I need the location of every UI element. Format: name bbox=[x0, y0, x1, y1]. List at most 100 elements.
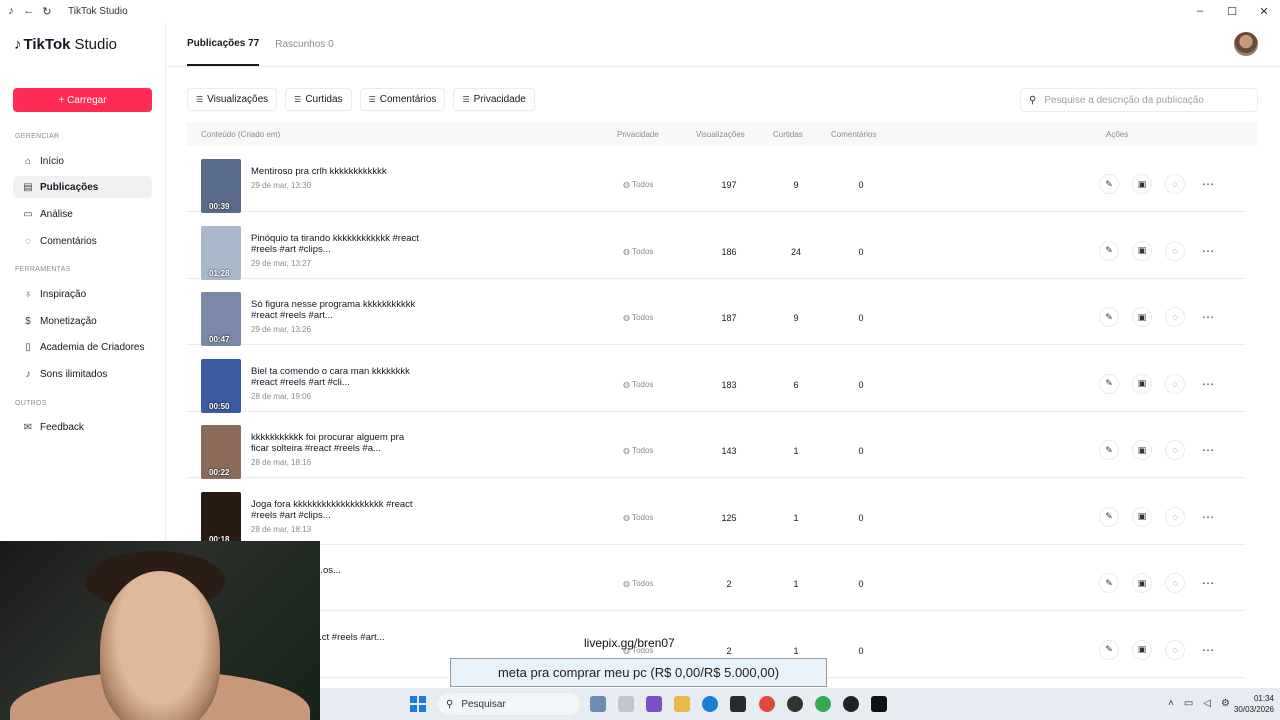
minimize-button[interactable]: – bbox=[1184, 0, 1216, 22]
steam-icon[interactable] bbox=[787, 696, 803, 712]
task-view-icon[interactable] bbox=[618, 696, 634, 712]
post-caption[interactable]: Só figura nesse programa kkkkkkkkkkk #re… bbox=[251, 299, 421, 335]
image-icon[interactable]: ▣ bbox=[1132, 373, 1152, 394]
taskbar-search[interactable]: ⚲ Pesquisar bbox=[438, 693, 580, 715]
video-thumbnail[interactable]: 00:50 bbox=[201, 358, 241, 413]
tiktok-taskbar-icon[interactable] bbox=[871, 696, 887, 712]
maximize-button[interactable]: ☐ bbox=[1216, 0, 1248, 22]
header-views[interactable]: Visualizações bbox=[696, 130, 745, 139]
more-options-icon[interactable]: ⋯ bbox=[1198, 241, 1218, 261]
post-caption[interactable]: Mentiroso pra crlh kkkkkkkkkkkk 29 de ma… bbox=[251, 166, 421, 191]
image-icon[interactable]: ▣ bbox=[1132, 440, 1152, 460]
more-options-icon[interactable]: ⋯ bbox=[1198, 374, 1218, 394]
more-options-icon[interactable]: ⋯ bbox=[1198, 174, 1218, 194]
obs-icon[interactable] bbox=[843, 696, 859, 712]
tab-drafts[interactable]: Rascunhos 0 bbox=[275, 22, 333, 66]
table-row[interactable]: 00:22 kkkkkkkkkkk foi procurar alguem pr… bbox=[187, 412, 1245, 479]
tab-posts[interactable]: Publicações 77 bbox=[187, 22, 260, 66]
video-thumbnail[interactable]: 01:28 bbox=[201, 225, 241, 280]
sidebar-item-comments[interactable]: ◌ Comentários bbox=[13, 230, 152, 252]
sidebar-item-feedback[interactable]: ✉ Feedback bbox=[13, 416, 152, 438]
comments-count: 0 bbox=[858, 512, 864, 523]
avatar[interactable] bbox=[1234, 32, 1258, 56]
edit-icon[interactable]: ✎ bbox=[1099, 639, 1119, 660]
image-icon[interactable]: ▣ bbox=[1132, 506, 1152, 527]
filter-views[interactable]: ☰ Visualizações bbox=[187, 88, 278, 111]
post-caption[interactable]: Pinóquio ta tirando kkkkkkkkkkkk #react … bbox=[251, 233, 421, 269]
table-row[interactable]: 00:39 Mentiroso pra crlh kkkkkkkkkkkk 29… bbox=[187, 146, 1245, 213]
comment-icon[interactable]: ◌ bbox=[1165, 639, 1185, 660]
header-likes[interactable]: Curtidas bbox=[773, 130, 803, 139]
post-caption[interactable]: kkkkkkkkkkk foi procurar alguem pra fica… bbox=[251, 432, 421, 468]
chevron-up-icon[interactable]: ˄ bbox=[1168, 698, 1174, 709]
sidebar-item-academy[interactable]: ▯ Academia de Criadores bbox=[13, 336, 152, 358]
chrome-profile-icon[interactable] bbox=[815, 696, 831, 712]
comment-icon[interactable]: ◌ bbox=[1165, 240, 1185, 261]
settings-icon[interactable]: ⚙ bbox=[1221, 698, 1230, 709]
edit-icon[interactable]: ✎ bbox=[1099, 440, 1119, 460]
volume-icon[interactable]: ◁ bbox=[1203, 698, 1211, 709]
edit-icon[interactable]: ✎ bbox=[1099, 373, 1119, 394]
more-options-icon[interactable]: ⋯ bbox=[1198, 640, 1218, 660]
image-icon[interactable]: ▣ bbox=[1132, 307, 1152, 327]
network-icon[interactable]: ▭ bbox=[1184, 698, 1193, 709]
image-icon[interactable]: ▣ bbox=[1132, 573, 1152, 593]
image-icon[interactable]: ▣ bbox=[1132, 639, 1152, 660]
comment-icon[interactable]: ◌ bbox=[1165, 506, 1185, 527]
video-thumbnail[interactable]: 00:22 bbox=[201, 425, 241, 479]
more-options-icon[interactable]: ⋯ bbox=[1198, 307, 1218, 327]
video-thumbnail[interactable]: 00:39 bbox=[201, 159, 241, 213]
comment-icon[interactable]: ◌ bbox=[1165, 573, 1185, 593]
image-icon[interactable]: ▣ bbox=[1132, 174, 1152, 194]
more-options-icon[interactable]: ⋯ bbox=[1198, 573, 1218, 593]
tiktok-studio-logo[interactable]: ♪ TikTok Studio bbox=[14, 36, 117, 53]
table-row[interactable]: 00:18 Joga fora kkkkkkkkkkkkkkkkkkk #rea… bbox=[187, 479, 1245, 546]
edge-icon[interactable] bbox=[702, 696, 718, 712]
table-row[interactable]: 00:50 Biel ta comendo o cara man kkkkkkk… bbox=[187, 346, 1245, 413]
comment-icon[interactable]: ◌ bbox=[1165, 174, 1185, 194]
sidebar-item-sounds[interactable]: ♪ Sons ilimitados bbox=[13, 363, 152, 385]
edit-icon[interactable]: ✎ bbox=[1099, 307, 1119, 327]
video-thumbnail[interactable]: 00:18 bbox=[201, 491, 241, 546]
edit-icon[interactable]: ✎ bbox=[1099, 240, 1119, 261]
filter-privacy[interactable]: ☰ Privacidade bbox=[453, 88, 535, 111]
sidebar-item-analytics[interactable]: ▭ Análise bbox=[13, 203, 152, 225]
back-icon[interactable]: ← bbox=[22, 4, 36, 18]
header-content[interactable]: Conteúdo (Criado em) bbox=[201, 130, 280, 139]
edit-icon[interactable]: ✎ bbox=[1099, 506, 1119, 527]
post-caption[interactable]: Biel ta comendo o cara man kkkkkkkk #rea… bbox=[251, 366, 421, 402]
widgets-icon[interactable] bbox=[590, 696, 606, 712]
taskbar-clock[interactable]: 01:34 30/03/2026 bbox=[1234, 693, 1274, 715]
sidebar-item-posts[interactable]: ▤ Publicações bbox=[13, 176, 152, 198]
comment-icon[interactable]: ◌ bbox=[1165, 440, 1185, 460]
store-icon[interactable] bbox=[730, 696, 746, 712]
filter-likes[interactable]: ☰ Curtidas bbox=[285, 88, 352, 111]
filter-comments[interactable]: ☰ Comentários bbox=[359, 88, 446, 111]
more-options-icon[interactable]: ⋯ bbox=[1198, 507, 1218, 527]
post-caption[interactable]: Joga fora kkkkkkkkkkkkkkkkkkk #react #re… bbox=[251, 499, 421, 535]
comment-icon[interactable]: ◌ bbox=[1165, 307, 1185, 327]
upload-button[interactable]: + Carregar bbox=[13, 88, 152, 112]
header-comments[interactable]: Comentários bbox=[831, 130, 876, 139]
edit-icon[interactable]: ✎ bbox=[1099, 174, 1119, 194]
sidebar-item-home[interactable]: ⌂ Início bbox=[13, 150, 152, 172]
reload-icon[interactable]: ↻ bbox=[40, 4, 54, 18]
image-icon[interactable]: ▣ bbox=[1132, 240, 1152, 261]
search-input[interactable]: ⚲ Pesquise a descrição da publicação bbox=[1020, 88, 1258, 112]
file-explorer-icon[interactable] bbox=[674, 696, 690, 712]
edit-icon[interactable]: ✎ bbox=[1099, 573, 1119, 593]
close-button[interactable]: ✕ bbox=[1248, 0, 1280, 22]
video-thumbnail[interactable]: 00:47 bbox=[201, 292, 241, 346]
comments-count: 0 bbox=[858, 180, 864, 190]
sidebar-item-monetization[interactable]: $ Monetização bbox=[13, 310, 152, 332]
table-row[interactable]: 00:47 Só figura nesse programa kkkkkkkkk… bbox=[187, 279, 1245, 346]
table-row[interactable]: 01:28 Pinóquio ta tirando kkkkkkkkkkkk #… bbox=[187, 213, 1245, 280]
comment-icon[interactable]: ◌ bbox=[1165, 373, 1185, 394]
header-actions: Ações bbox=[1106, 129, 1129, 139]
windows-start-icon[interactable] bbox=[410, 696, 426, 712]
table-row[interactable]: to pik@ #react ...os... ◍ Todos 2 1 0 ✎ … bbox=[187, 545, 1245, 612]
sidebar-item-inspiration[interactable]: ♁ Inspiração bbox=[13, 283, 152, 305]
more-options-icon[interactable]: ⋯ bbox=[1198, 440, 1218, 460]
chrome-icon[interactable] bbox=[759, 696, 775, 712]
app-icon[interactable] bbox=[646, 696, 662, 712]
